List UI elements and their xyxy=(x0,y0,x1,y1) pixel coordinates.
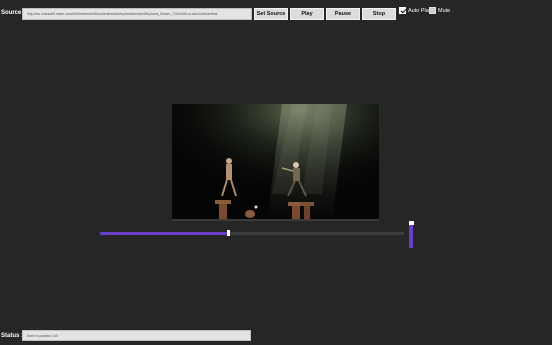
video-frame-image xyxy=(172,104,379,221)
set-source-button[interactable]: Set Source xyxy=(254,8,288,20)
video-player[interactable] xyxy=(172,104,379,221)
auto-play-checkbox[interactable] xyxy=(399,7,406,14)
progress-slider[interactable] xyxy=(100,230,404,236)
mute-label: Mute xyxy=(438,8,451,14)
progress-thumb[interactable] xyxy=(227,230,230,236)
auto-play-label: Auto Play xyxy=(408,8,432,14)
mute-checkbox[interactable] xyxy=(429,7,436,14)
volume-slider[interactable] xyxy=(408,221,414,248)
source-url-input[interactable]: http://ars.channel9.msdn.com/ch9/content… xyxy=(22,8,252,20)
volume-thumb[interactable] xyxy=(408,221,414,225)
status-field: Seek to position 140 xyxy=(22,330,251,341)
pause-button[interactable]: Pause xyxy=(326,8,360,20)
stop-button[interactable]: Stop xyxy=(362,8,396,20)
status-label: Status : xyxy=(1,333,24,339)
play-button[interactable]: Play xyxy=(290,8,324,20)
progress-fill xyxy=(100,232,228,235)
